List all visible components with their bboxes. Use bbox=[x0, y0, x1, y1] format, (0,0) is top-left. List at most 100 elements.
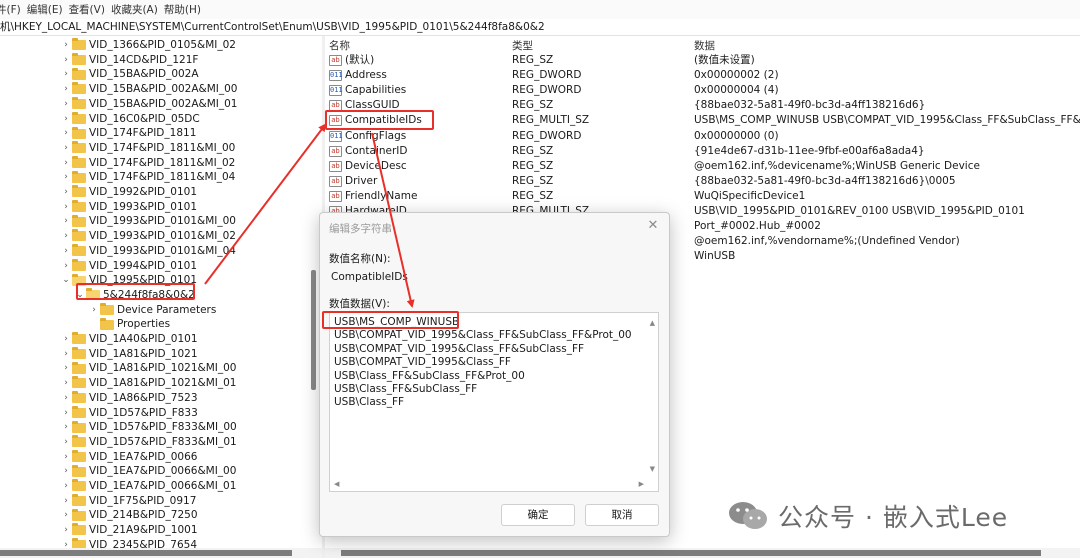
menu-file[interactable]: 件(F) bbox=[0, 2, 27, 17]
chevron-right-icon[interactable]: › bbox=[60, 391, 72, 406]
chevron-down-icon[interactable]: ⌄ bbox=[60, 273, 72, 288]
tree-hscroll-thumb[interactable] bbox=[0, 550, 292, 556]
address-bar[interactable]: 机\HKEY_LOCAL_MACHINE\SYSTEM\CurrentContr… bbox=[0, 19, 1080, 36]
chevron-right-icon[interactable]: › bbox=[60, 479, 72, 494]
chevron-right-icon[interactable]: › bbox=[60, 67, 72, 82]
tree-item[interactable]: › VID_174F&PID_1811&MI_04 bbox=[60, 170, 235, 185]
value-row[interactable]: ab Driver REG_SZ {88bae032-5a81-49f0-bc3d-a… bbox=[325, 174, 1080, 189]
column-header-type[interactable]: 类型 bbox=[512, 38, 533, 53]
chevron-right-icon[interactable]: › bbox=[60, 229, 72, 244]
tree-item[interactable]: › VID_1A86&PID_7523 bbox=[60, 391, 198, 406]
menu-edit[interactable]: 编辑(E) bbox=[27, 2, 69, 17]
chevron-right-icon[interactable]: › bbox=[60, 494, 72, 509]
chevron-right-icon[interactable]: › bbox=[60, 214, 72, 229]
tree-item[interactable]: › VID_1366&PID_0105&MI_02 bbox=[60, 38, 236, 53]
tree-item[interactable]: › VID_1D57&PID_F833 bbox=[60, 405, 198, 421]
tree-item[interactable]: › VID_1A81&PID_1021&MI_00 bbox=[60, 361, 236, 376]
chevron-right-icon[interactable]: › bbox=[60, 141, 72, 156]
ok-button[interactable]: 确定 bbox=[501, 504, 575, 526]
value-row[interactable]: ab DeviceDesc REG_SZ @oem162.inf,%devicenam… bbox=[325, 159, 1080, 174]
tree-item[interactable]: › VID_1994&PID_0101 bbox=[60, 258, 197, 274]
value-row[interactable]: ab ClassGUID REG_SZ {88bae032-5a81-49f0-bc3… bbox=[325, 98, 1080, 113]
tree-item[interactable]: › VID_15BA&PID_002A&MI_01 bbox=[60, 97, 238, 112]
tree-item[interactable]: › VID_174F&PID_1811&MI_02 bbox=[60, 155, 235, 171]
menu-view[interactable]: 查看(V) bbox=[69, 2, 111, 17]
tree-hscrollbar[interactable] bbox=[0, 548, 322, 558]
chevron-right-icon[interactable]: › bbox=[60, 200, 72, 215]
tree-item[interactable]: › VID_1A81&PID_1021 bbox=[60, 347, 198, 362]
tree-item[interactable]: › VID_1A40&PID_0101 bbox=[60, 332, 198, 347]
highlight-ms-comp-winusb bbox=[322, 311, 459, 329]
tree-item[interactable]: › VID_1D57&PID_F833&MI_01 bbox=[60, 435, 237, 450]
value-row[interactable]: ab CompatibleIDs REG_MULTI_SZ USB\MS_COMP_W… bbox=[325, 113, 1080, 128]
value-data-textarea[interactable]: ▲ ▼ ◀ ▶ USB\MS_COMP_WINUSB USB\COMPAT_VID… bbox=[329, 312, 659, 492]
chevron-right-icon[interactable]: › bbox=[60, 170, 72, 185]
chevron-right-icon[interactable]: › bbox=[60, 538, 72, 548]
chevron-right-icon[interactable]: › bbox=[60, 406, 72, 421]
tree-item[interactable]: › VID_174F&PID_1811&MI_00 bbox=[60, 141, 235, 156]
chevron-right-icon[interactable]: › bbox=[60, 347, 72, 362]
chevron-right-icon[interactable]: › bbox=[60, 523, 72, 538]
scroll-up-icon[interactable]: ▲ bbox=[650, 319, 655, 327]
chevron-right-icon[interactable]: › bbox=[60, 97, 72, 112]
tree-item[interactable]: › VID_1F75&PID_0917 bbox=[60, 494, 196, 509]
tree-item[interactable]: › VID_1D57&PID_F833&MI_00 bbox=[60, 420, 237, 435]
value-row[interactable]: 011 Capabilities REG_DWORD 0x00000004 (4) bbox=[325, 83, 1080, 98]
scroll-left-icon[interactable]: ◀ bbox=[334, 480, 339, 488]
tree-item[interactable]: › VID_1993&PID_0101&MI_04 bbox=[60, 244, 236, 259]
value-row[interactable]: ab ContainerID REG_SZ {91e4de67-d31b-11ee-9… bbox=[325, 144, 1080, 159]
chevron-right-icon[interactable]: › bbox=[60, 156, 72, 171]
scroll-right-icon[interactable]: ▶ bbox=[639, 480, 644, 488]
chevron-right-icon[interactable]: › bbox=[60, 435, 72, 450]
tree-item[interactable]: › VID_1993&PID_0101 bbox=[60, 200, 197, 215]
tree-item[interactable]: › VID_1EA7&PID_0066&MI_00 bbox=[60, 464, 236, 479]
chevron-right-icon[interactable]: › bbox=[60, 464, 72, 479]
chevron-right-icon[interactable]: › bbox=[60, 259, 72, 274]
chevron-right-icon[interactable]: › bbox=[88, 303, 100, 318]
chevron-right-icon[interactable]: › bbox=[60, 361, 72, 376]
chevron-right-icon[interactable]: › bbox=[60, 82, 72, 97]
values-hscrollbar[interactable] bbox=[325, 548, 1080, 558]
menu-favorites[interactable]: 收藏夹(A) bbox=[111, 2, 164, 17]
chevron-right-icon[interactable]: › bbox=[60, 376, 72, 391]
tree-item[interactable]: › VID_1993&PID_0101&MI_02 bbox=[60, 229, 236, 244]
chevron-right-icon[interactable]: › bbox=[60, 450, 72, 465]
chevron-right-icon[interactable]: › bbox=[60, 332, 72, 347]
values-hscroll-thumb[interactable] bbox=[341, 550, 1041, 556]
tree-item[interactable]: › VID_15BA&PID_002A&MI_00 bbox=[60, 82, 238, 97]
column-header-name[interactable]: 名称 bbox=[329, 38, 350, 53]
tree-item[interactable]: › VID_2345&PID_7654 bbox=[60, 538, 197, 548]
tree-scrollbar-thumb[interactable] bbox=[311, 270, 316, 390]
textarea-hscrollbar[interactable]: ◀ ▶ bbox=[330, 480, 658, 491]
chevron-right-icon[interactable]: › bbox=[60, 185, 72, 200]
chevron-right-icon[interactable]: › bbox=[60, 244, 72, 259]
scroll-down-icon[interactable]: ▼ bbox=[650, 465, 655, 473]
tree-item[interactable]: › VID_174F&PID_1811 bbox=[60, 126, 196, 141]
close-icon[interactable]: ✕ bbox=[645, 218, 661, 234]
tree-item[interactable]: Properties bbox=[88, 317, 170, 332]
tree-item[interactable]: › VID_1EA7&PID_0066 bbox=[60, 449, 197, 465]
chevron-right-icon[interactable]: › bbox=[60, 53, 72, 68]
tree-item[interactable]: › VID_1A81&PID_1021&MI_01 bbox=[60, 376, 236, 391]
tree-item[interactable]: › VID_16C0&PID_05DC bbox=[60, 111, 200, 127]
tree-item[interactable]: › VID_15BA&PID_002A bbox=[60, 67, 199, 82]
chevron-right-icon[interactable]: › bbox=[60, 420, 72, 435]
tree-item[interactable]: › VID_21A9&PID_1001 bbox=[60, 523, 198, 538]
tree-item[interactable]: › VID_1992&PID_0101 bbox=[60, 185, 197, 200]
tree-item[interactable]: › VID_1993&PID_0101&MI_00 bbox=[60, 214, 236, 229]
value-row[interactable]: 011 Address REG_DWORD 0x00000002 (2) bbox=[325, 68, 1080, 83]
column-header-data[interactable]: 数据 bbox=[694, 38, 715, 53]
chevron-right-icon[interactable]: › bbox=[60, 508, 72, 523]
tree-item[interactable]: › Device Parameters bbox=[88, 302, 216, 318]
value-row[interactable]: ab FriendlyName REG_SZ WuQiSpecificDevice1 bbox=[325, 189, 1080, 204]
tree-item[interactable]: › VID_14CD&PID_121F bbox=[60, 53, 198, 68]
menu-help[interactable]: 帮助(H) bbox=[164, 2, 207, 17]
cancel-button[interactable]: 取消 bbox=[585, 504, 659, 526]
chevron-right-icon[interactable]: › bbox=[60, 38, 72, 53]
value-row[interactable]: 011 ConfigFlags REG_DWORD 0x00000000 (0) bbox=[325, 129, 1080, 144]
tree-item[interactable]: › VID_1EA7&PID_0066&MI_01 bbox=[60, 479, 236, 494]
chevron-right-icon[interactable]: › bbox=[60, 112, 72, 127]
value-row[interactable]: ab (默认) REG_SZ (数值未设置) bbox=[325, 53, 1080, 68]
tree-item[interactable]: › VID_214B&PID_7250 bbox=[60, 508, 198, 523]
chevron-right-icon[interactable]: › bbox=[60, 126, 72, 141]
